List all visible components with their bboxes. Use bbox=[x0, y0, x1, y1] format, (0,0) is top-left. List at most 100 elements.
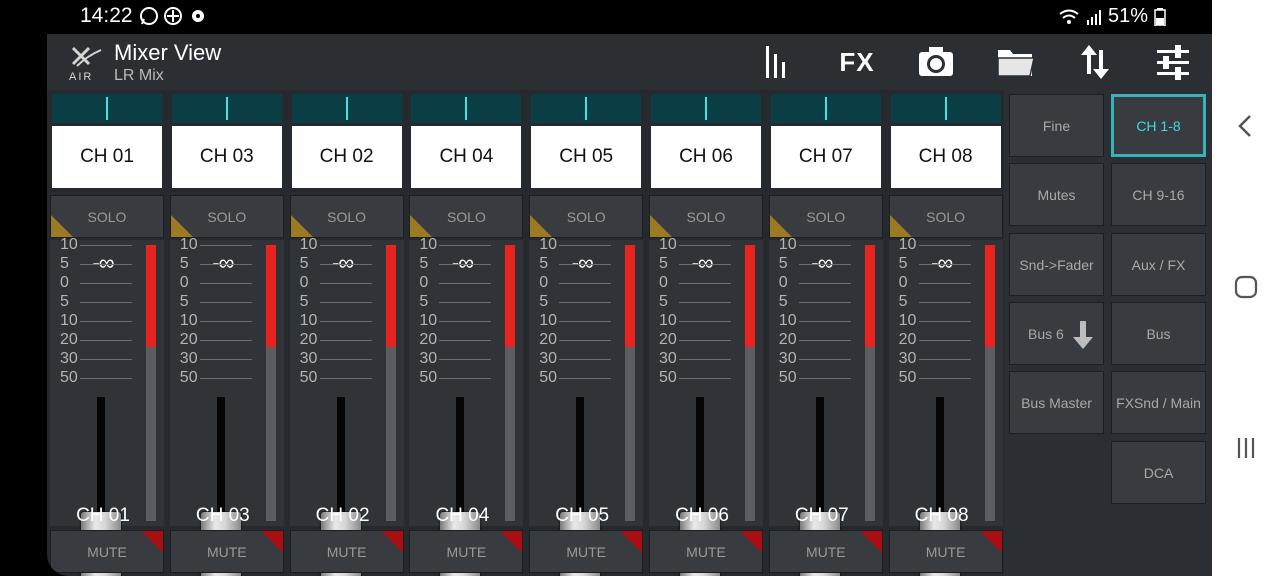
files-button[interactable] bbox=[993, 40, 1039, 84]
channel-label: CH 07 bbox=[794, 505, 849, 526]
pan-control[interactable] bbox=[171, 94, 282, 123]
mute-button[interactable]: MUTE bbox=[50, 530, 164, 573]
pan-control[interactable] bbox=[531, 94, 642, 123]
home-icon[interactable] bbox=[1232, 273, 1260, 301]
folder-icon bbox=[997, 50, 1035, 77]
scale-label: 5 bbox=[179, 293, 189, 310]
scale-label: 0 bbox=[179, 274, 189, 291]
pan-control[interactable] bbox=[291, 94, 402, 123]
panel-button-label: FXSnd / Main bbox=[1116, 394, 1201, 411]
solo-indicator bbox=[650, 215, 672, 237]
channel-name-button[interactable]: CH 01 bbox=[52, 126, 162, 188]
scale-label: 5 bbox=[659, 255, 668, 272]
channel-name-button[interactable]: CH 07 bbox=[770, 126, 881, 188]
meters-button[interactable] bbox=[754, 40, 800, 84]
scale-label: 10 bbox=[659, 236, 677, 253]
pan-control[interactable] bbox=[770, 94, 881, 123]
level-meter bbox=[625, 245, 636, 521]
fader-scale: 10 5 0 5 10 20 30 50 bbox=[529, 236, 619, 526]
scale-label: 20 bbox=[898, 331, 917, 348]
scale-tick bbox=[199, 283, 252, 284]
scale-tick bbox=[798, 283, 851, 284]
panel-button-mutes[interactable]: Mutes bbox=[1009, 163, 1104, 226]
panel-button-dca[interactable]: DCA bbox=[1111, 441, 1206, 504]
panel-button-label: Bus bbox=[1146, 325, 1171, 342]
pan-indicator bbox=[585, 97, 588, 120]
scale-label: 5 bbox=[539, 293, 549, 310]
mute-button[interactable]: MUTE bbox=[649, 530, 763, 573]
scale-tick bbox=[559, 340, 612, 341]
scale-tick bbox=[439, 283, 492, 284]
mute-indicator bbox=[141, 531, 163, 553]
panel-button-fine[interactable]: Fine bbox=[1009, 94, 1104, 157]
solo-button[interactable]: SOLO bbox=[289, 195, 404, 238]
scale-label: 5 bbox=[778, 293, 788, 310]
panel-button-snd-fader[interactable]: Snd->Fader bbox=[1009, 233, 1104, 296]
solo-label: SOLO bbox=[446, 208, 486, 225]
pan-control[interactable] bbox=[651, 94, 761, 123]
recents-icon[interactable] bbox=[1232, 434, 1260, 462]
mute-button[interactable]: MUTE bbox=[409, 530, 524, 573]
panel-button-fxsnd-main[interactable]: FXSnd / Main bbox=[1111, 371, 1206, 434]
channel-name-button[interactable]: CH 05 bbox=[531, 126, 642, 188]
solo-button[interactable]: SOLO bbox=[529, 195, 644, 238]
pan-control[interactable] bbox=[411, 94, 522, 123]
solo-button[interactable]: SOLO bbox=[169, 195, 284, 238]
panel-button-label: Bus 6 bbox=[1028, 325, 1064, 342]
solo-label: SOLO bbox=[87, 208, 127, 225]
mute-button[interactable]: MUTE bbox=[888, 530, 1003, 573]
level-meter-fill bbox=[864, 245, 875, 347]
solo-button[interactable]: SOLO bbox=[768, 195, 883, 238]
panel-button-bus-6[interactable]: Bus 6 bbox=[1009, 302, 1104, 365]
channel-strip: CH 08 SOLO -∞ 10 5 0 5 10 20 30 50 CH 08 MUTE bbox=[886, 90, 1005, 576]
panel-button-label: Snd->Fader bbox=[1019, 256, 1094, 273]
panel-button-bus[interactable]: Bus bbox=[1111, 302, 1206, 365]
mute-button[interactable]: MUTE bbox=[529, 530, 644, 573]
solo-indicator bbox=[769, 215, 792, 237]
snapshot-button[interactable] bbox=[913, 40, 959, 84]
routing-button[interactable] bbox=[1072, 40, 1118, 84]
back-chevron-icon[interactable] bbox=[1232, 112, 1260, 140]
solo-label: SOLO bbox=[806, 208, 846, 225]
panel-button-ch-1-8[interactable]: CH 1-8 bbox=[1111, 94, 1206, 157]
mute-label: MUTE bbox=[446, 543, 487, 560]
scale-tick bbox=[439, 302, 492, 303]
fader-scale: 10 5 0 5 10 20 30 50 bbox=[889, 237, 979, 526]
scale-tick bbox=[199, 340, 252, 341]
channel-strip: CH 03 SOLO -∞ 10 5 0 5 10 20 30 50 CH 03 MUTE bbox=[167, 90, 286, 576]
solo-button[interactable]: SOLO bbox=[409, 195, 524, 238]
channel-name-button[interactable]: CH 06 bbox=[651, 126, 761, 188]
pan-control[interactable] bbox=[890, 94, 1001, 123]
mute-button[interactable]: MUTE bbox=[768, 530, 883, 573]
scale-tick bbox=[918, 378, 971, 379]
level-meter-fill bbox=[505, 245, 516, 347]
level-meter-fill bbox=[984, 245, 995, 347]
channel-name-button[interactable]: CH 02 bbox=[291, 126, 402, 188]
panel-button-bus-master[interactable]: Bus Master bbox=[1009, 371, 1104, 434]
panel-button-aux-fx[interactable]: Aux / FX bbox=[1111, 233, 1206, 296]
scale-tick bbox=[559, 264, 612, 265]
fx-button[interactable]: FX bbox=[834, 40, 880, 84]
solo-button[interactable]: SOLO bbox=[888, 195, 1003, 238]
scale-label: 5 bbox=[60, 293, 69, 310]
channel-name-button[interactable]: CH 08 bbox=[890, 126, 1001, 188]
arrows-updown-icon bbox=[1081, 45, 1109, 79]
solo-label: SOLO bbox=[926, 208, 966, 225]
pan-control[interactable] bbox=[52, 94, 162, 123]
channel-name-button[interactable]: CH 03 bbox=[171, 126, 282, 188]
wifi-icon bbox=[1059, 9, 1079, 24]
solo-button[interactable]: SOLO bbox=[649, 195, 763, 238]
android-nav-bar bbox=[1212, 0, 1280, 576]
settings-button[interactable] bbox=[1150, 40, 1196, 84]
fader-scale: 10 5 0 5 10 20 30 50 bbox=[290, 237, 380, 526]
solo-button[interactable]: SOLO bbox=[50, 195, 164, 238]
mute-button[interactable]: MUTE bbox=[289, 530, 404, 573]
scale-label: 30 bbox=[659, 350, 677, 367]
fader-scale: 10 5 0 5 10 20 30 50 bbox=[170, 237, 260, 526]
scale-label: 10 bbox=[539, 236, 557, 253]
panel-button-ch-9-16[interactable]: CH 9-16 bbox=[1111, 163, 1206, 226]
settings-gear-icon bbox=[192, 10, 204, 22]
channel-strip: CH 05 SOLO -∞ 10 5 0 5 10 20 30 50 CH 05 MUTE bbox=[527, 90, 646, 576]
mute-button[interactable]: MUTE bbox=[169, 530, 284, 573]
channel-name-button[interactable]: CH 04 bbox=[411, 126, 522, 188]
